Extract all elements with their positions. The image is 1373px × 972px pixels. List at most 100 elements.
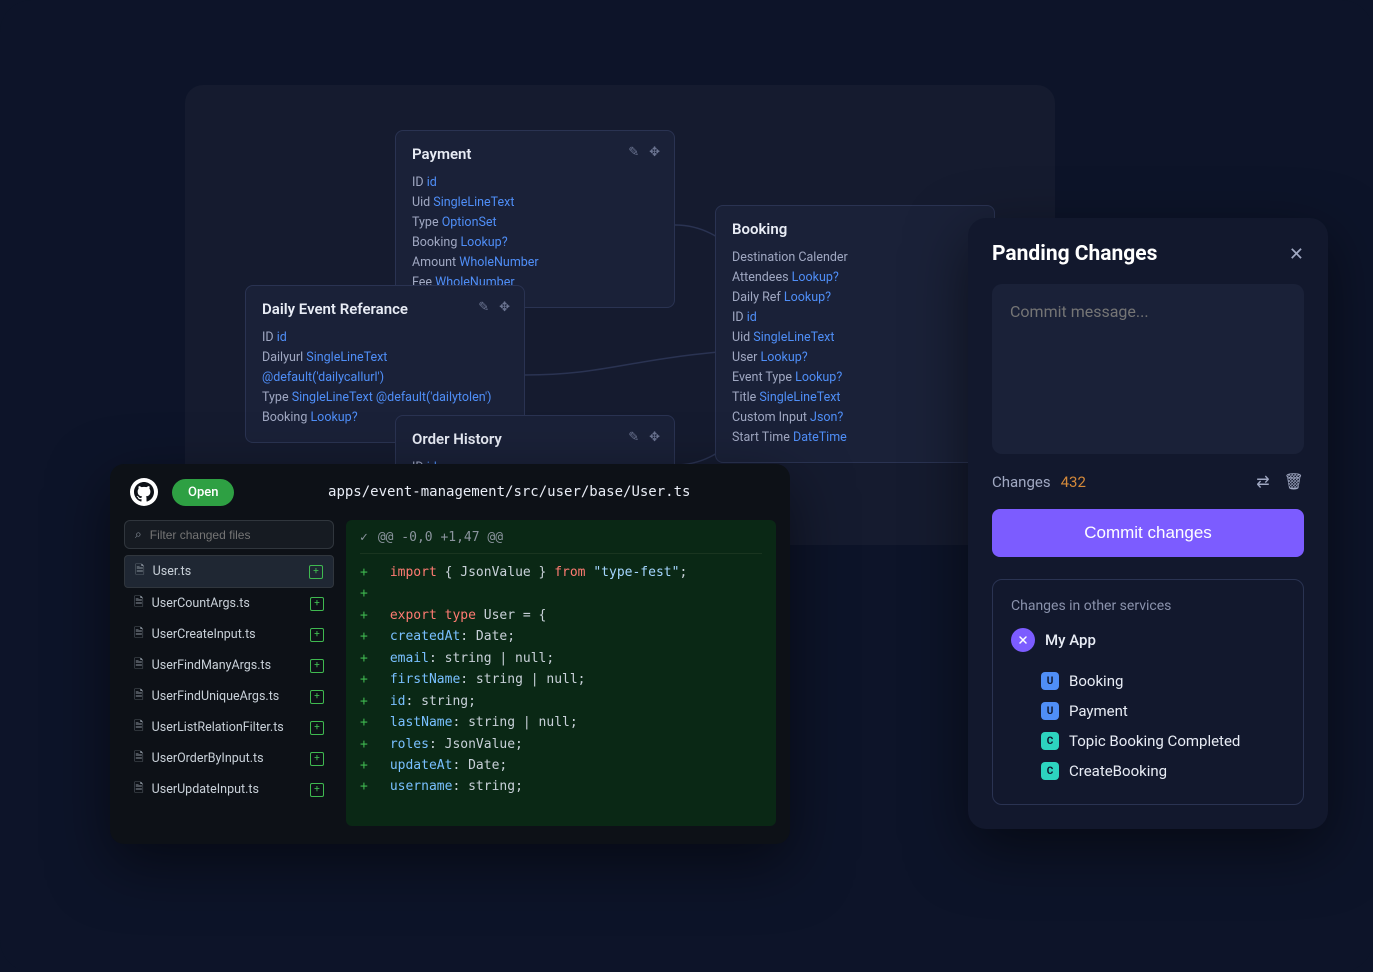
file-name: UserCreateInput.ts [152,627,256,642]
entity-prop: Uid SingleLineText [412,193,658,213]
file-icon: 🗎 [135,561,145,582]
added-icon: + [310,628,324,642]
code-line: + [360,583,762,604]
added-icon: + [310,690,324,704]
service-item[interactable]: U Booking [1011,666,1285,696]
file-item[interactable]: 🗎UserCreateInput.ts+ [124,619,334,650]
file-name: UserListRelationFilter.ts [152,720,284,735]
check-icon: ✓ [360,530,368,545]
code-line: + id: string; [360,691,762,712]
service-list: UBookingUPaymentCTopic Booking Completed… [1011,666,1285,786]
edit-icon[interactable]: ✎ [478,300,489,315]
commit-message-input[interactable] [1010,302,1286,436]
swap-icon[interactable]: ⇄ [1256,472,1269,491]
file-icon: 🗎 [134,655,144,676]
commit-message-box[interactable] [992,284,1304,454]
added-icon: + [310,659,324,673]
file-name: UserFindManyArgs.ts [152,658,271,673]
service-name: Topic Booking Completed [1069,732,1240,750]
open-badge: Open [172,479,234,506]
service-name: Booking [1069,672,1123,690]
entity-prop: Daily Ref Lookup? [732,288,978,308]
file-item[interactable]: 🗎UserCountArgs.ts+ [124,588,334,619]
file-name: UserCountArgs.ts [152,596,250,611]
move-icon[interactable]: ✥ [499,300,510,315]
file-item[interactable]: 🗎 UserOrderByInput.ts + [124,743,334,774]
changes-label: Changes [992,473,1051,491]
file-name: UserUpdateInput.ts [152,782,259,797]
status-badge: U [1041,702,1059,720]
move-icon[interactable]: ✥ [649,430,660,445]
file-icon: 🗎 [134,686,144,707]
file-icon: 🗎 [134,748,144,769]
pending-changes-panel: Panding Changes ✕ Changes 432 ⇄ 🗑 Commit… [968,218,1328,829]
commit-button[interactable]: Commit changes [992,509,1304,557]
file-item[interactable]: 🗎 UserUpdateInput.ts + [124,774,334,805]
other-services-box: Changes in other services My App UBookin… [992,579,1304,805]
file-item[interactable]: 🗎 UserListRelationFilter.ts + [124,712,334,743]
service-name: Payment [1069,702,1128,720]
app-row[interactable]: My App [1011,628,1285,652]
diff-stat: @@ -0,0 +1,47 @@ [378,530,503,545]
entity-prop: User Lookup? [732,348,978,368]
edit-icon[interactable]: ✎ [628,430,639,445]
entity-props: Destination CalenderAttendees Lookup?Dai… [732,248,978,448]
entity-prop: Attendees Lookup? [732,268,978,288]
entity-actions: ✎ ✥ [478,300,510,315]
github-header: Open apps/event-management/src/user/base… [110,464,790,520]
github-sidebar: ⌕ 🗎User.ts+🗎UserCountArgs.ts+🗎UserCreate… [124,520,334,826]
canvas: Payment ✎ ✥ ID idUid SingleLineTextType … [0,0,1373,972]
entity-title: Daily Event Referance [262,300,508,318]
file-icon: 🗎 [134,779,144,800]
code-line: + lastName: string | null; [360,712,762,733]
entity-props: ID idDailyurl SingleLineText @default('d… [262,328,508,428]
code-line: + updateAt: Date; [360,755,762,776]
service-item[interactable]: C CreateBooking [1011,756,1285,786]
move-icon[interactable]: ✥ [649,145,660,160]
entity-prop: Custom Input Json? [732,408,978,428]
file-item[interactable]: 🗎 UserFindManyArgs.ts + [124,650,334,681]
file-icon: 🗎 [134,717,144,738]
trash-icon[interactable]: 🗑 [1284,472,1304,491]
status-badge: U [1041,672,1059,690]
diff-view[interactable]: ✓ @@ -0,0 +1,47 @@ +import { JsonValue }… [346,520,776,826]
code-line: + email: string | null; [360,648,762,669]
file-list: 🗎User.ts+🗎UserCountArgs.ts+🗎UserCreateIn… [124,555,334,805]
entity-prop: Type OptionSet [412,213,658,233]
entity-card-booking[interactable]: Booking Destination CalenderAttendees Lo… [715,205,995,463]
entity-prop: Event Type Lookup? [732,368,978,388]
entity-actions: ✎ ✥ [628,430,660,445]
file-name: UserFindUniqueArgs.ts [152,689,280,704]
filter-input[interactable] [150,528,323,542]
search-icon: ⌕ [135,527,142,542]
service-item[interactable]: U Payment [1011,696,1285,726]
entity-actions: ✎ ✥ [628,145,660,160]
added-icon: + [309,565,323,579]
entity-prop: Amount WholeNumber [412,253,658,273]
file-icon: 🗎 [134,593,144,614]
added-icon: + [310,783,324,797]
entity-prop: Uid SingleLineText [732,328,978,348]
edit-icon[interactable]: ✎ [628,145,639,160]
file-path: apps/event-management/src/user/base/User… [248,484,770,500]
pending-title: Panding Changes [992,242,1157,266]
status-badge: C [1041,762,1059,780]
code-line: +import { JsonValue } from "type-fest"; [360,562,762,583]
service-item[interactable]: CTopic Booking Completed [1011,726,1285,756]
github-panel: Open apps/event-management/src/user/base… [110,464,790,844]
filter-search[interactable]: ⌕ [124,520,334,549]
entity-prop: Destination Calender [732,248,978,268]
diff-header: ✓ @@ -0,0 +1,47 @@ [360,530,762,554]
file-name: UserOrderByInput.ts [152,751,264,766]
service-name: CreateBooking [1069,762,1167,780]
entity-prop: Start Time DateTime [732,428,978,448]
close-icon[interactable]: ✕ [1289,244,1304,265]
entity-card-payment[interactable]: Payment ✎ ✥ ID idUid SingleLineTextType … [395,130,675,308]
file-item[interactable]: 🗎User.ts+ [124,555,334,588]
added-icon: + [310,721,324,735]
added-icon: + [310,752,324,766]
entity-props: ID idUid SingleLineTextType OptionSetBoo… [412,173,658,293]
entity-title: Order History [412,430,658,448]
entity-prop: ID id [412,173,658,193]
file-item[interactable]: 🗎 UserFindUniqueArgs.ts + [124,681,334,712]
